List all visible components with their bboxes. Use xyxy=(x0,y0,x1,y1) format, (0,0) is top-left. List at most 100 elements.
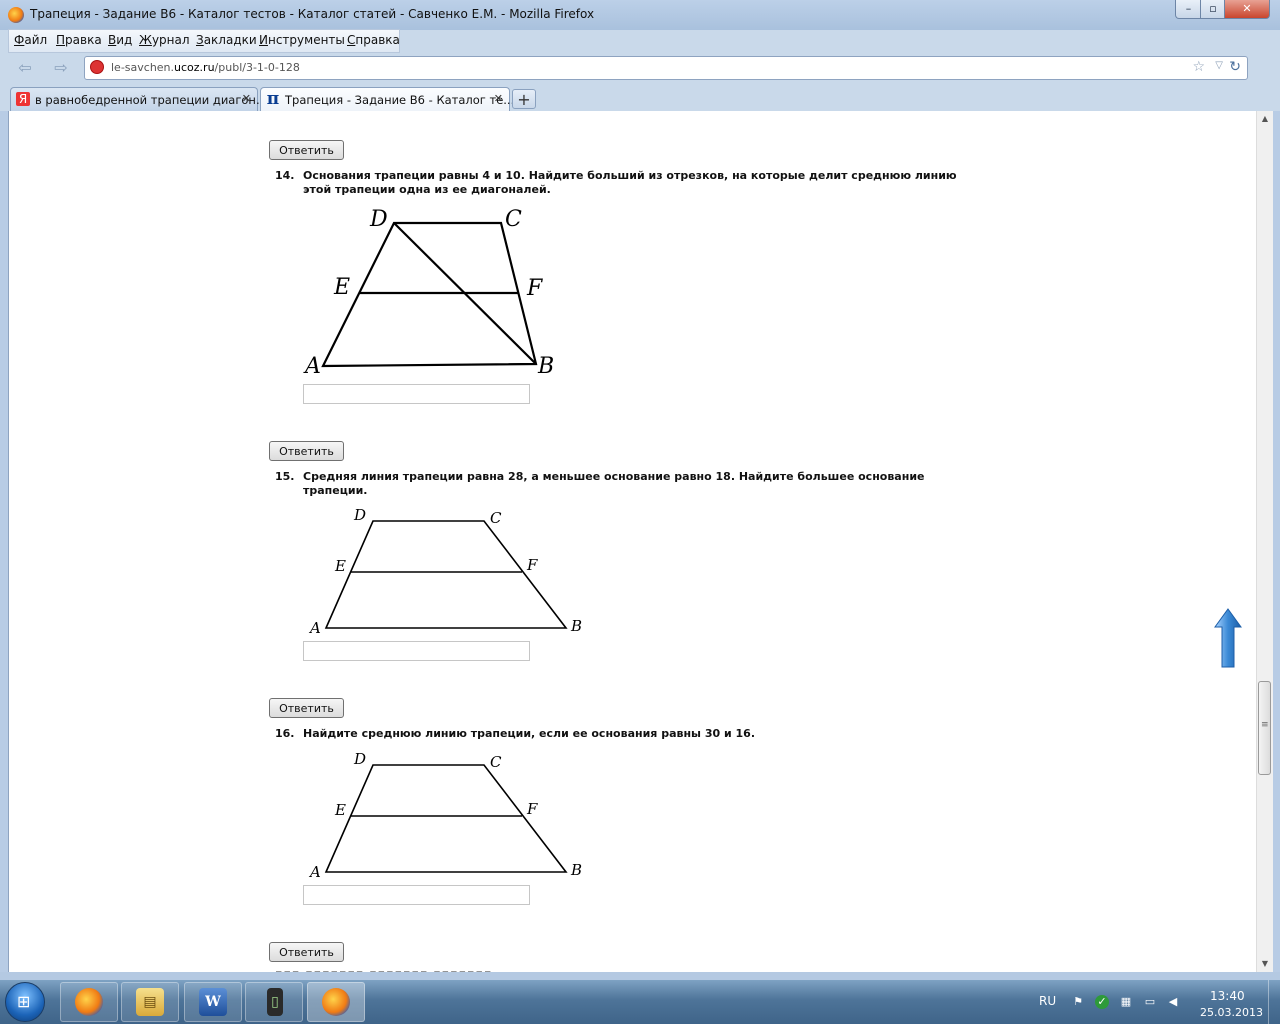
taskbar-word[interactable]: W xyxy=(184,982,242,1022)
label-f: F xyxy=(526,556,538,574)
minimize-button[interactable]: – xyxy=(1175,0,1202,19)
menu-tools[interactable]: Инструменты xyxy=(259,33,345,47)
firefox-icon xyxy=(8,7,24,23)
forward-arrow-icon[interactable]: ⇨ xyxy=(50,57,72,79)
site-favicon-icon xyxy=(90,60,104,74)
question-text: Найдите среднюю линию трапеции, если ее … xyxy=(303,727,755,740)
answer-input-16[interactable] xyxy=(303,885,530,905)
question-15: 15. Средняя линия трапеции равна 28, а м… xyxy=(275,470,965,498)
answer-button[interactable]: Ответить xyxy=(269,698,344,718)
question-text: Основания трапеции равны 4 и 10. Найдите… xyxy=(303,169,957,196)
label-a: A xyxy=(308,619,321,637)
taskbar-explorer[interactable]: ▤ xyxy=(121,982,179,1022)
scroll-down-arrow-icon[interactable]: ▼ xyxy=(1257,956,1273,972)
label-f: F xyxy=(526,800,538,818)
trapezoid-diagram-14: A B C D E F xyxy=(303,207,554,379)
vertical-scrollbar[interactable]: ▲ ▼ xyxy=(1256,111,1273,972)
url-bar[interactable]: le-savchen.ucoz.ru/publ/3-1-0-128 ☆ ▽ ↻ xyxy=(84,56,1248,80)
question-16: 16. Найдите среднюю линию трапеции, если… xyxy=(275,727,965,741)
firefox-icon: ● xyxy=(322,988,350,1016)
label-b: B xyxy=(570,617,582,635)
clock-date[interactable]: 25.03.2013 xyxy=(1200,1006,1263,1019)
label-a: A xyxy=(303,354,321,379)
clock-time[interactable]: 13:40 xyxy=(1210,989,1245,1003)
label-a: A xyxy=(308,863,321,881)
scroll-up-arrow-icon[interactable]: ▲ xyxy=(1257,111,1273,127)
window-frame-left xyxy=(0,111,8,972)
menu-view[interactable]: Вид xyxy=(108,33,132,47)
menu-file[interactable]: Файл xyxy=(14,33,47,47)
close-window-button[interactable]: ✕ xyxy=(1224,0,1270,19)
start-button[interactable]: ⊞ xyxy=(5,982,45,1022)
word-icon: W xyxy=(199,988,227,1016)
question-number: 15. xyxy=(275,470,295,483)
label-b: B xyxy=(570,861,582,879)
scroll-to-top-arrow-icon[interactable] xyxy=(1213,607,1243,671)
label-d: D xyxy=(353,750,366,768)
label-d: D xyxy=(369,207,388,232)
page-content: Ответить 14. Основания трапеции равны 4 … xyxy=(8,111,1257,972)
bookmark-star-icon[interactable]: ☆ xyxy=(1192,59,1205,75)
taskbar-firefox[interactable]: ● xyxy=(60,982,118,1022)
taskbar-firefox-active[interactable]: ● xyxy=(307,982,365,1022)
folder-icon: ▤ xyxy=(136,988,164,1016)
volume-icon[interactable]: ◀ xyxy=(1166,995,1180,1009)
label-f: F xyxy=(526,276,543,301)
close-tab-icon[interactable]: ✕ xyxy=(242,92,251,105)
question-14: 14. Основания трапеции равны 4 и 10. Най… xyxy=(275,169,965,197)
trapezoid-diagram-15: A B C D E F xyxy=(308,506,582,637)
menu-edit[interactable]: Правка xyxy=(56,33,102,47)
flag-icon[interactable]: ⚑ xyxy=(1071,995,1085,1009)
tab-yandex[interactable]: Я в равнобедренной трапеции диагон... ✕ xyxy=(10,87,267,111)
new-tab-button[interactable]: + xyxy=(512,89,536,109)
show-desktop-button[interactable] xyxy=(1268,980,1280,1024)
maximize-button[interactable]: ▫ xyxy=(1200,0,1226,19)
battery-icon[interactable]: ▭ xyxy=(1143,995,1157,1009)
menu-bookmarks[interactable]: Закладки xyxy=(196,33,257,47)
pi-icon: π xyxy=(266,89,280,109)
answer-button[interactable]: Ответить xyxy=(269,942,344,962)
trapezoid-diagram-16: A B C D E F xyxy=(308,750,582,881)
windows-logo-icon: ⊞ xyxy=(17,992,31,1011)
label-e: E xyxy=(334,557,346,575)
phone-icon: ▯ xyxy=(267,988,283,1016)
firefox-icon: ● xyxy=(75,988,103,1016)
language-indicator[interactable]: RU xyxy=(1039,994,1056,1008)
label-c: C xyxy=(490,753,502,771)
label-b: B xyxy=(537,354,554,379)
label-d: D xyxy=(353,506,366,524)
back-arrow-icon[interactable]: ⇦ xyxy=(14,57,36,79)
navigation-bar: ⇦ ⇨ le-savchen.ucoz.ru/publ/3-1-0-128 ☆ … xyxy=(0,52,1280,84)
answer-input-15[interactable] xyxy=(303,641,530,661)
label-e: E xyxy=(334,801,346,819)
window-title: Трапеция - Задание B6 - Каталог тестов -… xyxy=(30,7,595,21)
question-text: Средняя линия трапеции равна 28, а меньш… xyxy=(303,470,925,497)
network-icon[interactable]: ▦ xyxy=(1119,995,1133,1009)
tab-trapezoid[interactable]: π Трапеция - Задание B6 - Каталог те... … xyxy=(260,87,514,111)
answer-button[interactable]: Ответить xyxy=(269,140,344,160)
label-c: C xyxy=(505,207,522,232)
close-tab-icon[interactable]: ✕ xyxy=(494,92,503,105)
tab-bar: Я в равнобедренной трапеции диагон... ✕ … xyxy=(0,85,1280,111)
taskbar-phone[interactable]: ▯ xyxy=(245,982,303,1022)
menu-history[interactable]: Журнал xyxy=(139,33,190,47)
scroll-thumb[interactable] xyxy=(1258,681,1271,775)
url-text[interactable]: le-savchen.ucoz.ru/publ/3-1-0-128 xyxy=(111,61,300,74)
reload-icon[interactable]: ↻ xyxy=(1229,59,1241,75)
antivirus-icon[interactable]: ✓ xyxy=(1095,995,1109,1009)
label-c: C xyxy=(490,509,502,527)
yandex-icon: Я xyxy=(16,92,30,106)
answer-button[interactable]: Ответить xyxy=(269,441,344,461)
window-titlebar[interactable]: Трапеция - Задание B6 - Каталог тестов -… xyxy=(0,0,1280,30)
question-number: 14. xyxy=(275,169,295,182)
question-number: 16. xyxy=(275,727,295,740)
answer-input-14[interactable] xyxy=(303,384,530,404)
windows-taskbar: ⊞ ● ▤ W ▯ ● RU ⚑ ✓ ▦ ▭ ◀ 13:40 25.03.201… xyxy=(0,980,1280,1024)
tab-label: в равнобедренной трапеции диагон... xyxy=(35,93,267,107)
menu-bar: Файл Правка Вид Журнал Закладки Инструме… xyxy=(8,29,400,53)
menu-help[interactable]: Справка xyxy=(347,33,400,47)
history-dropdown-icon[interactable]: ▽ xyxy=(1215,60,1223,71)
tab-label: Трапеция - Задание B6 - Каталог те... xyxy=(285,93,515,107)
window-frame-right xyxy=(1272,111,1280,972)
label-e: E xyxy=(333,275,350,300)
